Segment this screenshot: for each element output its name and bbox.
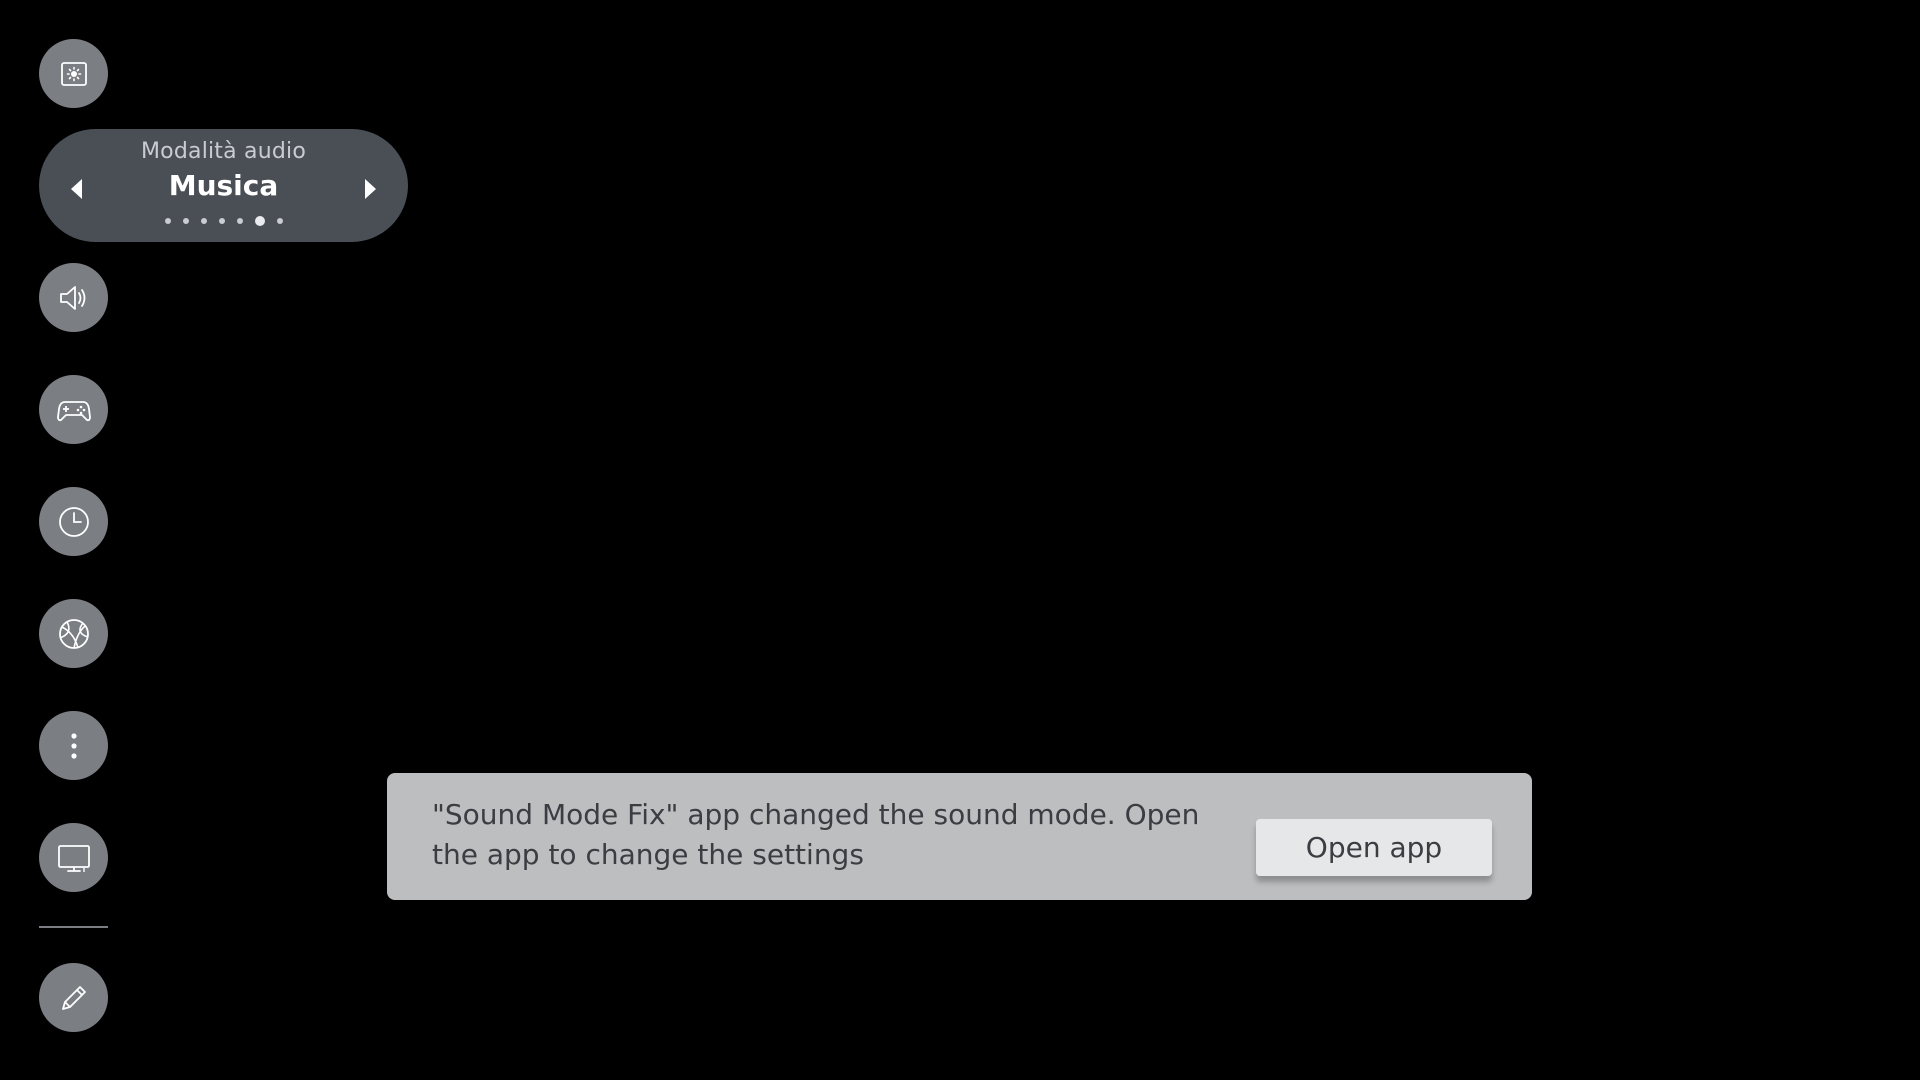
page-dot xyxy=(200,218,207,224)
page-dot-active xyxy=(254,216,265,226)
audio-mode-page-indicator xyxy=(39,216,408,226)
page-dot xyxy=(236,218,243,224)
tv-screen: Modalità audio Musica "Sound Mode Fix" a… xyxy=(0,0,1920,1080)
arrow-right-icon xyxy=(365,179,376,199)
sports-ball-icon xyxy=(58,618,89,649)
audio-mode-next-button[interactable] xyxy=(358,175,382,203)
screen-output-button[interactable] xyxy=(39,823,108,892)
edit-pencil-icon xyxy=(61,985,86,1010)
timer-button[interactable] xyxy=(39,487,108,556)
sports-button[interactable] xyxy=(39,599,108,668)
audio-mode-label: Modalità audio xyxy=(141,139,306,164)
audio-mode-value: Musica xyxy=(168,169,279,202)
sound-button[interactable] xyxy=(39,263,108,332)
sidebar-divider xyxy=(39,926,108,928)
picture-mode-icon xyxy=(60,61,87,86)
open-app-button[interactable]: Open app xyxy=(1256,819,1492,876)
picture-mode-button[interactable] xyxy=(39,39,108,108)
more-options-button[interactable] xyxy=(39,711,108,780)
edit-button[interactable] xyxy=(39,963,108,1032)
notification-message: "Sound Mode Fix" app changed the sound m… xyxy=(432,798,1200,871)
game-optimizer-button[interactable] xyxy=(39,375,108,444)
sound-icon xyxy=(59,285,85,310)
page-dot xyxy=(182,218,189,224)
screen-output-icon xyxy=(57,844,90,872)
clock-icon xyxy=(58,506,89,537)
page-dot xyxy=(276,218,283,224)
more-options-icon xyxy=(70,732,77,759)
game-controller-icon xyxy=(56,400,91,421)
page-dot xyxy=(218,218,225,224)
audio-mode-selector[interactable]: Modalità audio Musica xyxy=(39,129,408,242)
sound-mode-notification: "Sound Mode Fix" app changed the sound m… xyxy=(387,773,1532,900)
page-dot xyxy=(164,218,171,224)
